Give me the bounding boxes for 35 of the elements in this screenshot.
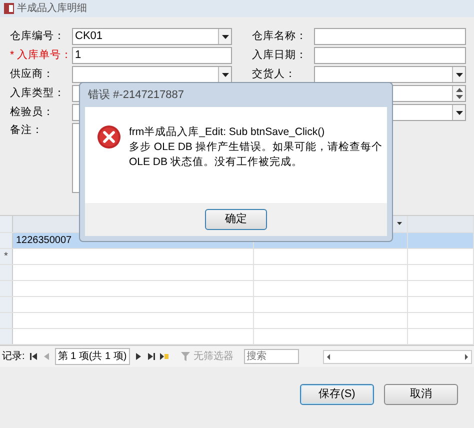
new-record-marker[interactable]: *: [0, 249, 13, 264]
last-record-icon[interactable]: [146, 352, 156, 361]
text-field[interactable]: [314, 28, 466, 45]
field-label: 入库日期：: [252, 48, 308, 63]
app-icon: [4, 0, 14, 17]
grid-row[interactable]: *: [0, 249, 474, 265]
spinner-icon[interactable]: [452, 86, 465, 101]
record-position-field[interactable]: 第 1 项(共 1 项): [54, 348, 130, 365]
field-label: 入库类型：: [10, 86, 66, 101]
table-cell-text: 1226350007: [16, 234, 72, 248]
error-icon: [97, 125, 121, 149]
save-button[interactable]: 保存(S): [300, 384, 374, 405]
combo-box[interactable]: CK01: [72, 28, 232, 45]
field-label: * 入库单号：: [10, 48, 72, 63]
previous-record-icon[interactable]: [42, 352, 51, 361]
error-message: frm半成品入库_Edit: Sub btnSave_Click() 多步 OLE DB 操作产生错误。如果可能，请检查每个 OLE DB 状态值。没有工作被完成。: [129, 125, 382, 170]
field-label: 检验员：: [10, 104, 55, 120]
search-field[interactable]: 搜索: [244, 349, 299, 364]
text-field[interactable]: 1: [72, 47, 232, 64]
next-record-icon[interactable]: [134, 352, 143, 361]
ok-button[interactable]: 确定: [205, 209, 267, 230]
field-label: 仓库名称：: [252, 28, 308, 44]
cancel-button[interactable]: 取消: [384, 384, 458, 405]
filter-icon[interactable]: [180, 352, 190, 361]
field-label: 备注：: [10, 123, 44, 138]
dialog-title: 错误 #-2147217887: [87, 88, 184, 103]
field-label: 供应商：: [10, 66, 55, 82]
text-field[interactable]: [314, 47, 466, 64]
field-label: 仓库编号：: [10, 28, 66, 44]
window-title: 半成品入库明细: [17, 2, 87, 16]
new-record-icon[interactable]: [160, 352, 169, 361]
field-label: 交货人：: [252, 66, 297, 82]
horizontal-scrollbar[interactable]: [322, 350, 472, 364]
first-record-icon[interactable]: [28, 352, 38, 361]
record-label: 记录:: [2, 350, 25, 364]
